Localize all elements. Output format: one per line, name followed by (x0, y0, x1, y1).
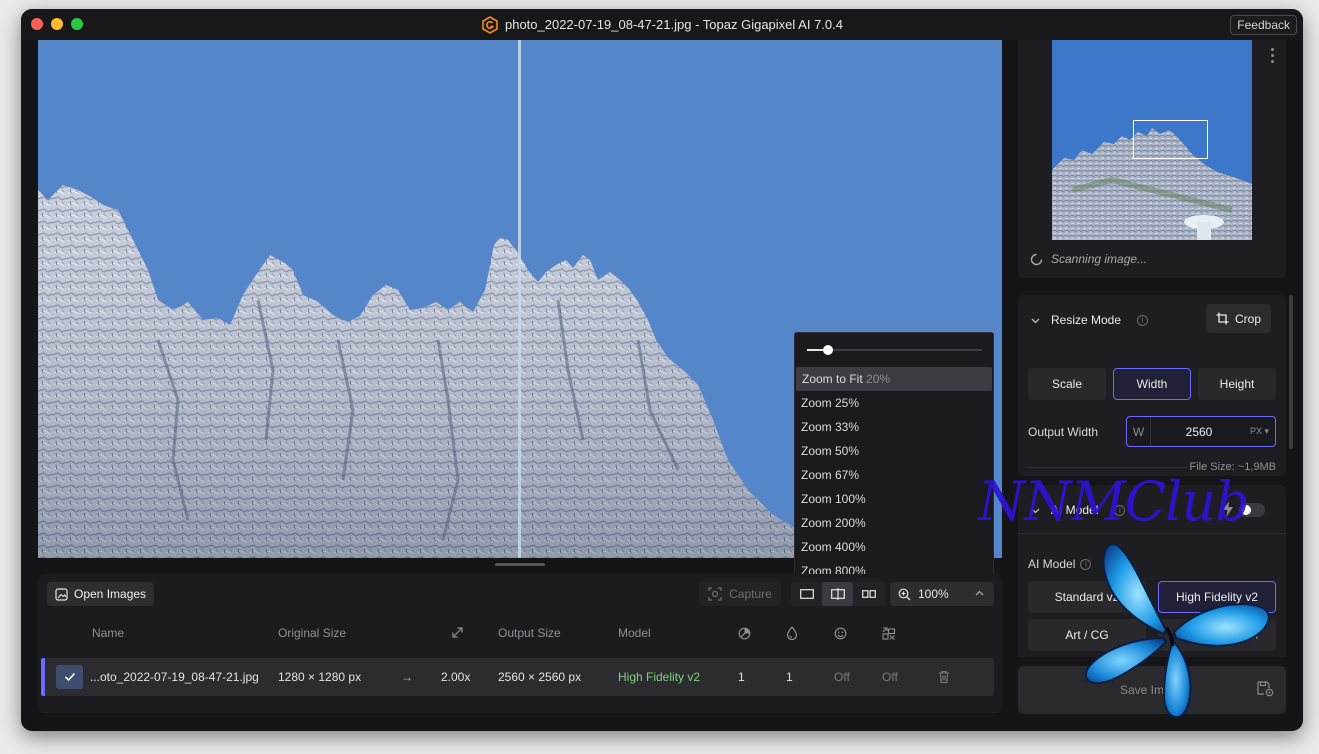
image-icon (55, 587, 68, 601)
output-width-input[interactable]: 2560 (1151, 417, 1247, 446)
side-by-side-view-button[interactable] (853, 582, 884, 606)
open-images-button[interactable]: Open Images (47, 582, 155, 606)
title-bar: photo_2022-07-19_08-47-21.jpg - Topaz Gi… (21, 9, 1303, 40)
row-sharpen: 1 (786, 670, 793, 684)
header-original-size[interactable]: Original Size (278, 626, 346, 640)
header-output-size[interactable]: Output Size (498, 626, 561, 640)
denoise-icon (738, 627, 751, 640)
zoom-slider[interactable] (807, 345, 982, 355)
gigapixel-logo-icon (482, 15, 498, 34)
scale-icon (452, 627, 463, 638)
single-view-icon (799, 589, 814, 599)
unit-select[interactable]: PX ▾ (1250, 426, 1269, 437)
mode-height-button[interactable]: Height (1198, 368, 1276, 400)
chevron-up-icon (975, 590, 984, 596)
zoom-item-400[interactable]: Zoom 400% (795, 535, 993, 559)
resize-mode-header[interactable]: Resize Mode i (1030, 313, 1149, 327)
panel-resize-handle[interactable] (495, 563, 545, 566)
navigator-viewport-box[interactable] (1133, 120, 1208, 159)
row-scale: 2.00x (441, 670, 471, 684)
open-images-label: Open Images (74, 587, 147, 601)
header-model[interactable]: Model (618, 626, 651, 640)
zoom-item-100[interactable]: Zoom 100% (795, 487, 993, 511)
dimension-letter: W (1127, 417, 1151, 446)
zoom-value: 100% (918, 587, 949, 601)
side-by-side-icon (861, 590, 876, 598)
image-list-panel: Open Images Capture 100% Name Original S… (38, 574, 1002, 713)
zoom-slider-knob[interactable] (823, 345, 833, 355)
watermark-text: NNMClub (978, 470, 1250, 533)
check-icon (64, 672, 75, 682)
row-checkbox[interactable] (56, 665, 83, 689)
sharpen-drop-icon (786, 626, 798, 640)
output-width-field[interactable]: W 2560 PX ▾ (1126, 416, 1276, 447)
navigator-panel: Scanning image... (1018, 40, 1286, 278)
spinner-icon (1030, 253, 1043, 265)
row-face-recovery: Off (834, 670, 850, 684)
scanning-status: Scanning image... (1030, 252, 1147, 266)
row-denoise: 1 (738, 670, 745, 684)
crop-button[interactable]: Crop (1206, 304, 1271, 333)
resize-mode-title: Resize Mode (1051, 313, 1122, 327)
butterfly-watermark (1085, 543, 1270, 718)
info-icon[interactable]: i (1137, 314, 1149, 326)
sidebar-scrollbar[interactable] (1289, 295, 1293, 449)
capture-icon (708, 587, 722, 601)
zoom-item-200[interactable]: Zoom 200% (795, 511, 993, 535)
view-mode-group (791, 582, 886, 606)
row-selected-indicator (41, 658, 45, 696)
output-width-label: Output Width (1028, 425, 1099, 439)
single-view-button[interactable] (791, 582, 822, 606)
feedback-button[interactable]: Feedback (1230, 15, 1297, 35)
chevron-down-icon (1031, 318, 1040, 323)
row-arrow-icon: → (401, 670, 413, 684)
row-output-size: 2560 × 2560 px (498, 670, 582, 684)
table-row[interactable]: ...oto_2022-07-19_08-47-21.jpg 1280 × 12… (41, 658, 994, 696)
row-compression: Off (882, 670, 898, 684)
face-recovery-icon (834, 627, 847, 640)
row-original-size: 1280 × 1280 px (278, 670, 362, 684)
zoom-dropdown-menu: Zoom to Fit 20% Zoom 25% Zoom 33% Zoom 5… (794, 332, 994, 581)
crop-icon (1216, 312, 1229, 325)
resize-mode-panel: Resize Mode i Crop Scale Width Height Ou… (1018, 295, 1286, 476)
mode-width-button[interactable]: Width (1113, 368, 1191, 400)
zoom-select-button[interactable]: 100% (890, 582, 994, 606)
row-file-name: ...oto_2022-07-19_08-47-21.jpg (90, 670, 259, 684)
zoom-in-icon (898, 588, 911, 600)
zoom-item-25[interactable]: Zoom 25% (795, 391, 993, 415)
zoom-item-fit[interactable]: Zoom to Fit 20% (796, 367, 992, 391)
header-name[interactable]: Name (92, 626, 124, 640)
window-title: photo_2022-07-19_08-47-21.jpg - Topaz Gi… (504, 17, 843, 32)
compression-icon (882, 627, 896, 640)
crop-label: Crop (1234, 311, 1261, 326)
navigator-thumbnail[interactable] (1052, 40, 1252, 240)
zoom-item-50[interactable]: Zoom 50% (795, 439, 993, 463)
zoom-item-33[interactable]: Zoom 33% (795, 415, 993, 439)
zoom-item-67[interactable]: Zoom 67% (795, 463, 993, 487)
split-view-icon (830, 588, 845, 600)
row-model: High Fidelity v2 (618, 670, 701, 684)
scanning-status-text: Scanning image... (1051, 252, 1148, 266)
mode-scale-button[interactable]: Scale (1028, 368, 1106, 400)
capture-label: Capture (729, 587, 772, 601)
capture-button[interactable]: Capture (699, 582, 781, 606)
split-view-button[interactable] (822, 582, 853, 606)
trash-icon[interactable] (938, 670, 950, 684)
comparison-split-handle[interactable] (518, 40, 521, 558)
more-options-icon[interactable] (1271, 48, 1274, 66)
